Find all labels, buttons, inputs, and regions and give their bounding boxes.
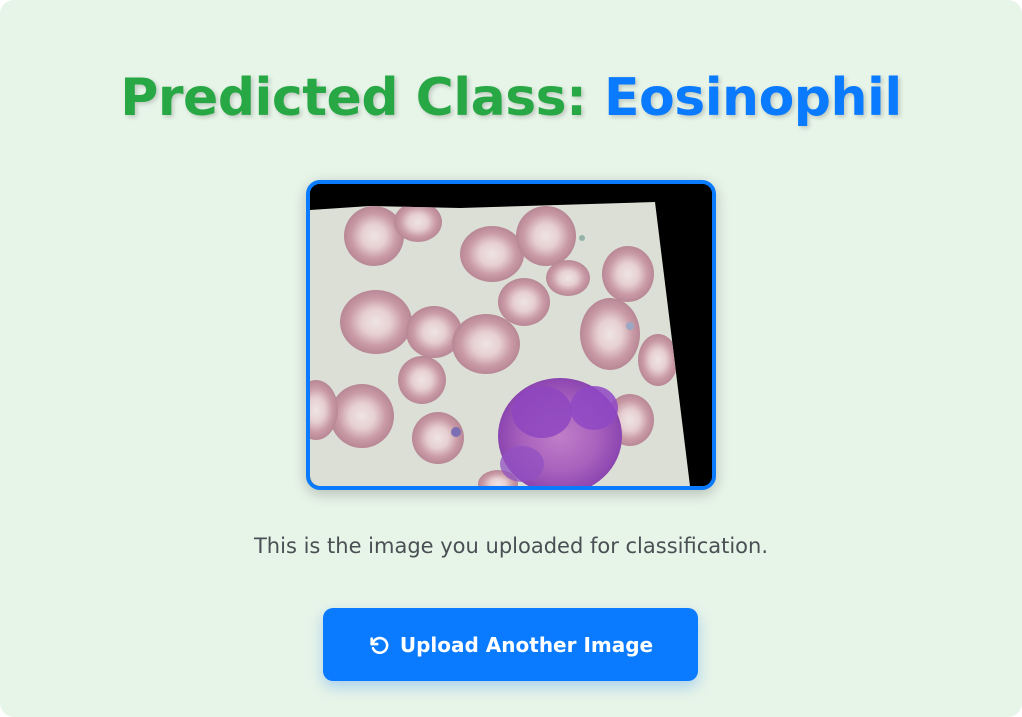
- page-title: Predicted Class: Eosinophil: [0, 66, 1022, 130]
- undo-icon: [368, 634, 390, 656]
- upload-another-image-button[interactable]: Upload Another Image: [323, 608, 698, 681]
- preview-caption: This is the image you uploaded for class…: [253, 534, 769, 558]
- result-card: Predicted Class: Eosinophil This is the …: [0, 0, 1022, 717]
- uploaded-image-preview: [306, 180, 716, 490]
- upload-another-image-label: Upload Another Image: [399, 632, 654, 657]
- predicted-class: Eosinophil: [604, 68, 902, 128]
- title-prefix: Predicted Class:: [120, 68, 605, 128]
